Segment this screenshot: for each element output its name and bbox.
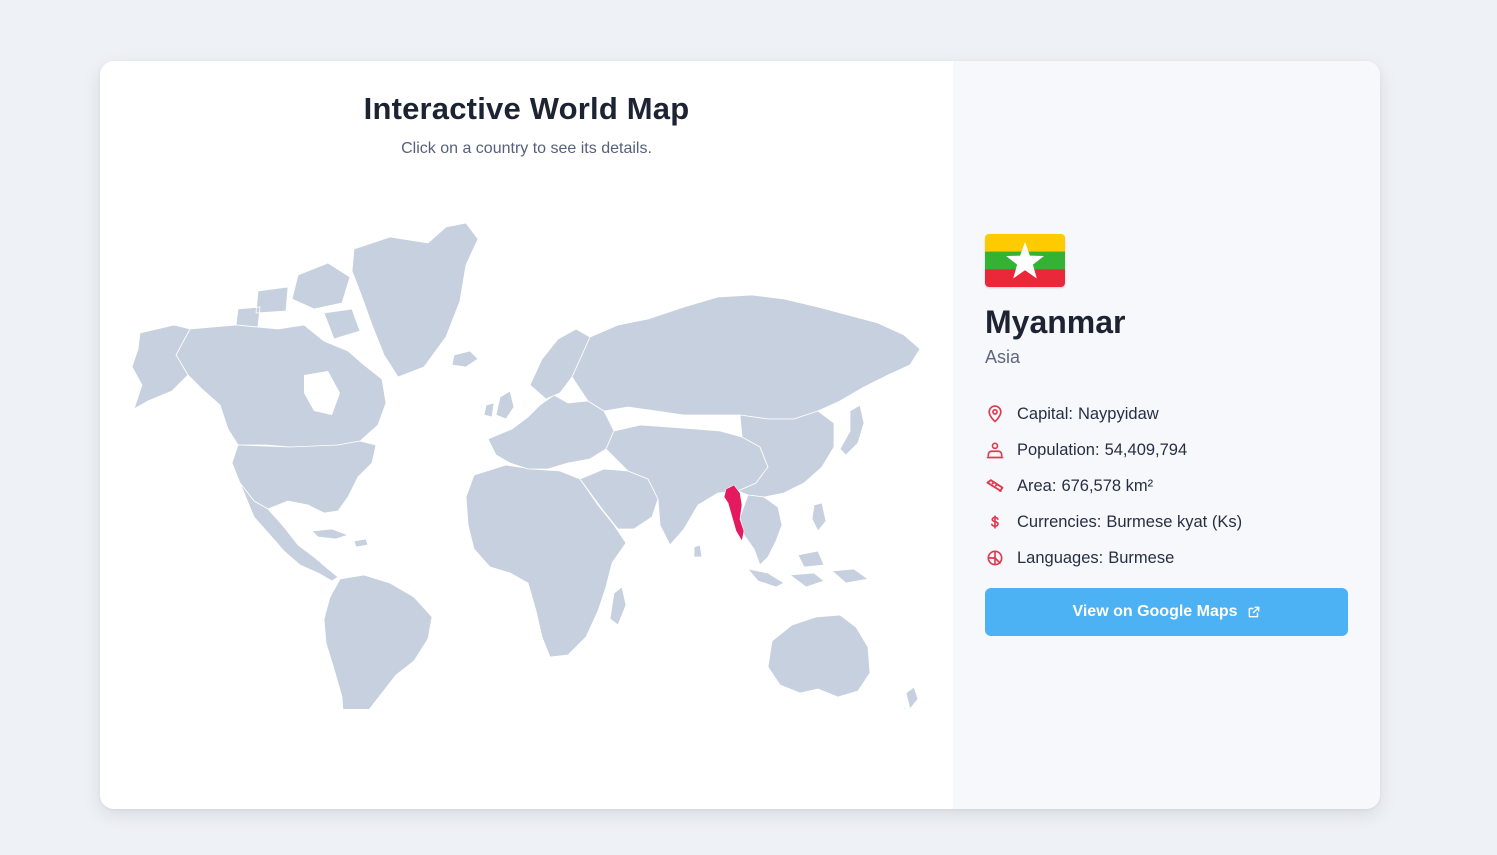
fact-area: Area: 676,578 km²: [985, 468, 1355, 504]
map-subtitle: Click on a country to see its details.: [401, 140, 652, 157]
country-russia[interactable]: [571, 294, 921, 420]
fact-label: Languages:: [1017, 548, 1104, 567]
view-on-google-maps-button[interactable]: View on Google Maps: [985, 588, 1348, 636]
fact-currencies: Currencies: Burmese kyat (Ks): [985, 504, 1355, 540]
people-icon: [985, 440, 1005, 460]
map-title: Interactive World Map: [363, 91, 690, 126]
fact-label: Area:: [1017, 476, 1057, 495]
fact-value: Naypyidaw: [1077, 404, 1159, 423]
world-map[interactable]: [128, 179, 928, 709]
fact-value: Burmese: [1108, 548, 1175, 567]
country-facts-list: Capital: Naypyidaw Population: 54,409,79…: [985, 396, 1355, 576]
fact-value: Burmese kyat (Ks): [1106, 512, 1243, 531]
myanmar-flag: [985, 234, 1065, 287]
fact-value: 676,578 km²: [1061, 476, 1154, 495]
country-indochina[interactable]: [739, 494, 783, 566]
language-icon: [985, 548, 1005, 568]
country-name: Myanmar: [985, 304, 1126, 340]
view-on-google-maps-label: View on Google Maps: [1072, 603, 1238, 620]
country-japan[interactable]: [839, 404, 865, 456]
fact-value: 54,409,794: [1104, 440, 1188, 459]
country-details-panel: Myanmar Asia Capital: Naypyidaw Populati…: [953, 61, 1380, 809]
country-explorer-card: Interactive World Map Click on a country…: [100, 61, 1380, 809]
continent-label: Asia: [985, 347, 1021, 367]
country-united-states-alaska[interactable]: [131, 324, 191, 410]
country-new-zealand[interactable]: [894, 686, 919, 709]
ruler-icon: [985, 476, 1005, 496]
fact-label: Population:: [1017, 440, 1100, 459]
country-united-kingdom[interactable]: [483, 390, 515, 420]
country-sri-lanka[interactable]: [693, 544, 703, 558]
country-myanmar[interactable]: [723, 484, 745, 542]
country-brazil[interactable]: [323, 574, 433, 709]
country-madagascar[interactable]: [609, 586, 627, 626]
dollar-icon: [985, 512, 1005, 532]
map-panel: Interactive World Map Click on a country…: [100, 61, 953, 809]
country-cuba[interactable]: [311, 528, 369, 548]
fact-label: Currencies:: [1017, 512, 1102, 531]
fact-population: Population: 54,409,794: [985, 432, 1355, 468]
fact-label: Capital:: [1017, 404, 1073, 423]
country-philippines[interactable]: [811, 502, 827, 532]
map-pin-icon: [985, 404, 1005, 424]
country-iceland[interactable]: [451, 350, 479, 368]
fact-languages: Languages: Burmese: [985, 540, 1355, 576]
fact-capital: Capital: Naypyidaw: [985, 396, 1355, 432]
external-link-icon: [1247, 605, 1261, 619]
country-australia[interactable]: [767, 614, 871, 698]
country-canada[interactable]: [175, 324, 387, 448]
